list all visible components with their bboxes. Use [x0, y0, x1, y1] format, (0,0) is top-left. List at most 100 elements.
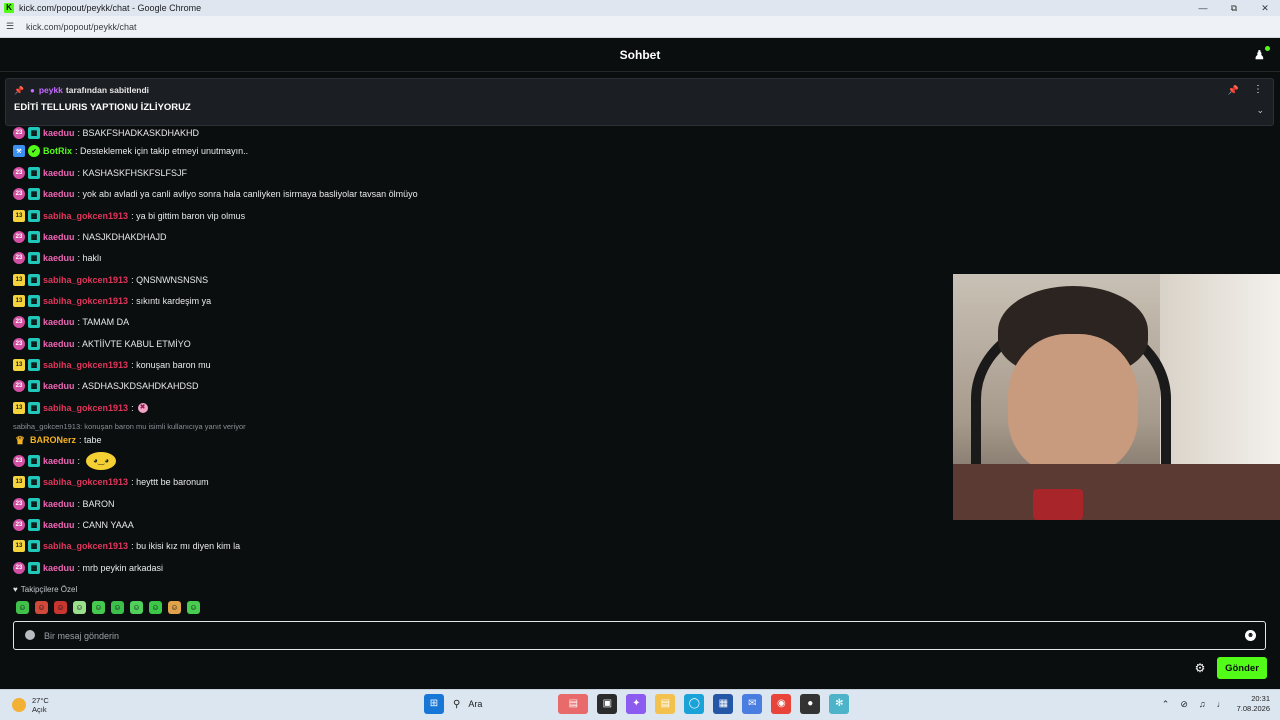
chat-messages[interactable]: sabiha_gokcen1913: konuşan baron mu isim… [0, 126, 950, 581]
chat-username[interactable]: kaeduu [43, 317, 75, 327]
chat-username[interactable]: kaeduu [43, 168, 75, 178]
chat-message[interactable]: 13 ▩ sabiha_gokcen1913: heyttt be baronum [13, 475, 209, 489]
soccer-ball-emote[interactable]: ☺ [73, 601, 86, 614]
task-view-icon[interactable]: ▣ [597, 694, 618, 714]
chat-username[interactable]: kaeduu [43, 253, 75, 263]
taskbar-search[interactable]: ⚲ Ara [453, 699, 548, 710]
weather-temp: 27°C [32, 696, 49, 705]
chat-username[interactable]: sabiha_gokcen1913 [43, 296, 128, 306]
subscriber-badge-icon: ▩ [28, 167, 40, 179]
chat-message[interactable]: 13 ▩ sabiha_gokcen1913: bu ikisi kız mı di… [13, 539, 240, 553]
chat-message-input[interactable] [44, 627, 1224, 645]
app-icon[interactable]: ● [800, 694, 821, 714]
minimize-icon[interactable]: — [1188, 0, 1218, 16]
chat-message[interactable]: 23 ▩ kaeduu: AKTİİVTE KABUL ETMİYO [13, 337, 191, 351]
kick-favicon-icon: K [4, 3, 14, 13]
chat-username[interactable]: BotRix [43, 146, 72, 156]
users-icon[interactable]: ♟ [1254, 46, 1270, 62]
chat-username[interactable]: kaeduu [43, 520, 75, 530]
widgets-icon[interactable]: ▤ [558, 694, 589, 714]
chat-username[interactable]: sabiha_gokcen1913 [43, 541, 128, 551]
network-icon[interactable]: ⊘ [1180, 699, 1188, 710]
taskbar-search-label: Ara [468, 699, 483, 709]
chat-message[interactable]: 13 ▩ sabiha_gokcen1913: ✖ [13, 401, 148, 415]
close-icon[interactable]: ✕ [1250, 0, 1280, 16]
site-settings-icon[interactable]: ☰ [6, 21, 20, 32]
copilot-icon[interactable]: ✦ [626, 694, 647, 714]
send-button[interactable]: Gönder [1217, 657, 1267, 679]
chat-message[interactable]: ⚒ ✔ BotRix: Desteklemek için takip etmeyi … [13, 144, 248, 158]
unpin-icon[interactable]: 📌 [1228, 85, 1239, 96]
party-emote[interactable]: ☺ [168, 601, 181, 614]
chat-username[interactable]: kaeduu [43, 189, 75, 199]
subscriber-months-badge: 13 [13, 402, 25, 414]
chat-username[interactable]: kaeduu [43, 339, 75, 349]
restore-icon[interactable]: ⧉ [1219, 0, 1249, 16]
pinned-by-user[interactable]: peykk [39, 85, 63, 95]
chat-message[interactable]: 13 ▩ sabiha_gokcen1913: QNSNWNSNSNS [13, 273, 208, 287]
chat-message[interactable]: 23 ▩ kaeduu: haklı [13, 251, 102, 265]
chat-username[interactable]: kaeduu [43, 563, 75, 573]
chat-username[interactable]: kaeduu [43, 232, 75, 242]
chat-message[interactable]: 23 ▩ kaeduu: CANN YAAA [13, 518, 134, 532]
chat-username[interactable]: kaeduu [43, 381, 75, 391]
chat-text: : BSAKFSHADKASKDHAKHD [77, 128, 200, 138]
more-options-icon[interactable]: ⋮ [1253, 84, 1263, 95]
mail-icon[interactable]: ✉ [742, 694, 763, 714]
chat-username[interactable]: sabiha_gokcen1913 [43, 403, 128, 413]
chat-username[interactable]: sabiha_gokcen1913 [43, 275, 128, 285]
gear-icon[interactable]: ⚙ [1193, 661, 1207, 675]
weather-widget[interactable]: 27°C Açık [12, 696, 49, 714]
chevron-down-icon[interactable]: ⌄ [1256, 105, 1264, 116]
file-explorer-icon[interactable]: ▤ [655, 694, 676, 714]
chat-message[interactable]: 13 ▩ sabiha_gokcen1913: sıkıntı kardeşim y… [13, 294, 211, 308]
windows-start-icon[interactable]: ⊞ [424, 694, 444, 714]
chat-username[interactable]: kaeduu [43, 499, 75, 509]
chat-input-box[interactable]: ☻ [13, 621, 1266, 650]
chat-username[interactable]: kaeduu [43, 128, 75, 138]
chat-message[interactable]: 23 ▩ kaeduu: NASJKDHAKDHAJD [13, 230, 167, 244]
green-laugh-emote[interactable]: ☺ [149, 601, 162, 614]
volume-icon[interactable]: ♩ [1217, 699, 1226, 709]
mic-icon: ● [29, 85, 35, 95]
edge-icon[interactable]: ◯ [684, 694, 705, 714]
green-ghost-emote[interactable]: ☺ [111, 601, 124, 614]
microphone-icon[interactable]: ♫ [1199, 699, 1206, 709]
subscriber-badge-icon: ▩ [28, 274, 40, 286]
chat-message[interactable]: 23 ▩ kaeduu: TAMAM DA [13, 315, 129, 329]
chat-message[interactable]: 13 ▩ sabiha_gokcen1913: konuşan baron mu [13, 358, 211, 372]
emoji-icon[interactable]: ☻ [1245, 630, 1256, 641]
streamer-shirt [953, 464, 1280, 520]
chat-message[interactable]: 23 ▩ kaeduu: BSAKFSHADKASKDHAKHD [13, 126, 199, 140]
chat-message[interactable]: ♛ BARONerz: tabe [13, 433, 101, 447]
chat-text: : sıkıntı kardeşim ya [131, 296, 212, 306]
red-face-emote[interactable]: ☺ [54, 601, 67, 614]
green-wink-emote[interactable]: ☺ [187, 601, 200, 614]
subscriber-months-badge: 23 [13, 252, 25, 264]
subscriber-months-badge: 23 [13, 455, 25, 467]
url-text[interactable]: kick.com/popout/peykk/chat [26, 22, 137, 32]
chat-username[interactable]: kaeduu [43, 456, 75, 466]
chat-message[interactable]: 23 ▩ kaeduu: mrb peykin arkadasi [13, 561, 163, 575]
chat-message[interactable]: 23 ▩ kaeduu: BARON [13, 497, 115, 511]
reply-note: sabiha_gokcen1913: konuşan baron mu isim… [13, 422, 246, 431]
chat-username[interactable]: sabiha_gokcen1913 [43, 211, 128, 221]
chrome-icon[interactable]: ◉ [771, 694, 792, 714]
chat-message[interactable]: 23 ▩ kaeduu: yok abı avladi ya canli avliy… [13, 187, 418, 201]
chat-username[interactable]: sabiha_gokcen1913 [43, 360, 128, 370]
store-icon[interactable]: ▦ [713, 694, 734, 714]
chat-username[interactable]: sabiha_gokcen1913 [43, 477, 128, 487]
clock[interactable]: 20:31 7.08.2026 [1237, 694, 1270, 714]
green-smile-emote[interactable]: ☺ [130, 601, 143, 614]
red-devil-emote[interactable]: ☺ [35, 601, 48, 614]
chat-username[interactable]: BARONerz [30, 435, 76, 445]
app-icon-2[interactable]: ✻ [829, 694, 850, 714]
chat-message[interactable]: 13 ▩ sabiha_gokcen1913: ya bi gittim baron… [13, 209, 245, 223]
chat-message[interactable]: 23 ▩ kaeduu: ◕‿◕ [13, 452, 117, 470]
green-frog-emote[interactable]: ☺ [16, 601, 29, 614]
green-blob-emote[interactable]: ☺ [92, 601, 105, 614]
chevron-up-icon[interactable]: ⌃ [1162, 699, 1170, 710]
chat-text: : [77, 456, 81, 466]
chat-message[interactable]: 23 ▩ kaeduu: ASDHASJKDSAHDKAHDSD [13, 379, 199, 393]
chat-message[interactable]: 23 ▩ kaeduu: KASHASKFHSKFSLFSJF [13, 166, 187, 180]
